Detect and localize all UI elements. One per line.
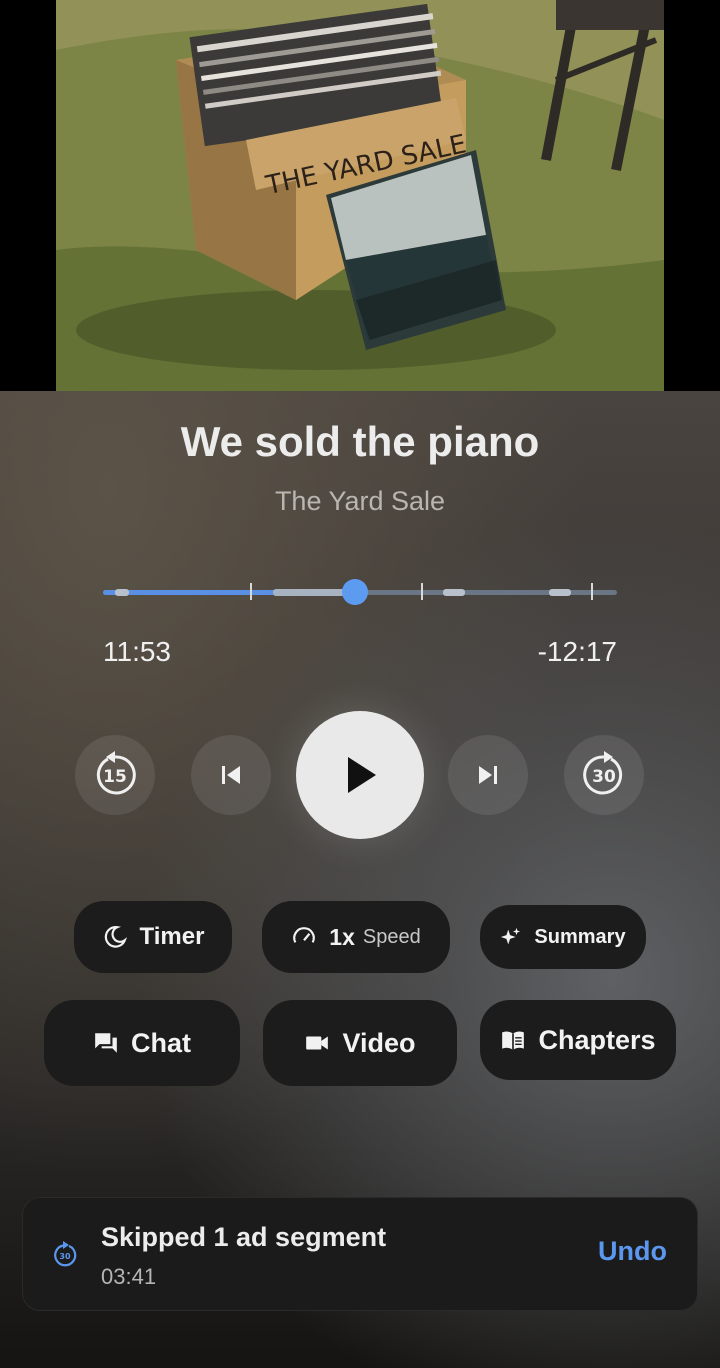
next-chapter-button[interactable] bbox=[448, 735, 528, 815]
speed-value: 1x bbox=[329, 923, 355, 950]
summary-button[interactable]: Summary bbox=[480, 905, 646, 969]
progress-thumb[interactable] bbox=[341, 579, 368, 605]
book-icon bbox=[502, 1031, 525, 1050]
chapters-button[interactable]: Chapters bbox=[480, 1000, 676, 1080]
moon-icon bbox=[104, 926, 127, 948]
skip-back-button[interactable]: 15 bbox=[75, 735, 155, 815]
svg-text:30: 30 bbox=[59, 1252, 71, 1261]
chat-icon bbox=[95, 1033, 117, 1053]
play-button[interactable] bbox=[296, 711, 424, 839]
ad-segment-marker bbox=[115, 589, 129, 596]
summary-label: Summary bbox=[534, 925, 626, 948]
timer-button[interactable]: Timer bbox=[74, 901, 232, 973]
chapter-tick bbox=[421, 583, 423, 600]
chat-button[interactable]: Chat bbox=[44, 1000, 240, 1086]
toast-message: Skipped 1 ad segment bbox=[101, 1222, 387, 1252]
speedometer-icon bbox=[293, 927, 316, 943]
speed-label: Speed bbox=[362, 925, 421, 948]
skip-previous-icon bbox=[222, 766, 240, 784]
timer-label: Timer bbox=[139, 923, 205, 950]
toast-time: 03:41 bbox=[101, 1264, 157, 1289]
artwork-container: THE YARD SALE bbox=[0, 0, 720, 391]
svg-text:15: 15 bbox=[103, 767, 127, 787]
episode-artwork: THE YARD SALE bbox=[56, 0, 664, 391]
play-icon bbox=[348, 757, 376, 793]
skip-30-icon: 30 bbox=[54, 1241, 77, 1267]
ad-segment-marker bbox=[443, 589, 465, 596]
elapsed-time: 11:53 bbox=[103, 636, 171, 667]
previous-chapter-button[interactable] bbox=[191, 735, 271, 815]
chapter-tick bbox=[250, 583, 252, 600]
ad-segment-marker bbox=[549, 589, 571, 596]
video-label: Video bbox=[342, 1027, 416, 1058]
chapters-label: Chapters bbox=[538, 1024, 656, 1055]
speed-button[interactable]: 1x Speed bbox=[262, 901, 450, 973]
chapter-tick bbox=[591, 583, 593, 600]
undo-button[interactable]: Undo bbox=[598, 1236, 667, 1267]
skip-next-icon bbox=[479, 766, 497, 784]
video-camera-icon bbox=[306, 1036, 329, 1050]
episode-title: We sold the piano bbox=[180, 418, 540, 465]
remaining-time: -12:17 bbox=[537, 636, 617, 667]
skip-forward-30-icon: 30 bbox=[583, 751, 623, 795]
skip-toast: 30 Skipped 1 ad segment 03:41 Undo bbox=[22, 1197, 698, 1311]
svg-text:30: 30 bbox=[592, 767, 616, 787]
skip-forward-button[interactable]: 30 bbox=[564, 735, 644, 815]
skip-back-15-icon: 15 bbox=[96, 751, 136, 795]
ad-segment-marker bbox=[273, 589, 351, 596]
video-button[interactable]: Video bbox=[263, 1000, 457, 1086]
podcast-name[interactable]: The Yard Sale bbox=[0, 486, 720, 517]
sparkle-icon bbox=[501, 927, 521, 945]
chat-label: Chat bbox=[131, 1027, 191, 1058]
progress-bar[interactable] bbox=[103, 579, 617, 605]
